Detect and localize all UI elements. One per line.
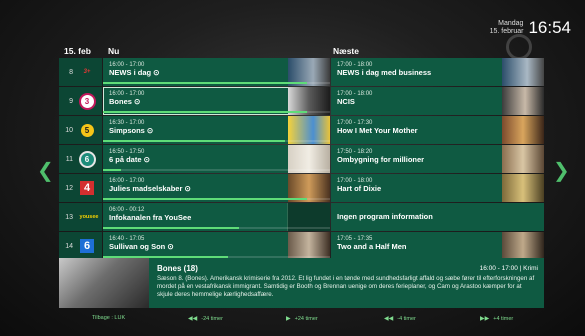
kanal6-logo: 6 [77,236,97,256]
channel-row: 13 yousee 06:00 - 00:12 Infokanalen fra Y… [59,203,544,231]
footer-back-close[interactable]: Tilbage : LUK [92,315,125,321]
channel-cell[interactable]: 14 6 [59,232,102,260]
channel-row: 14 6 16:40 - 17:05 Sullivan og Son ⊙ 17:0… [59,232,544,260]
footer-label: +4 timer [493,315,514,322]
next-program-cell[interactable]: Ingen program information [331,203,544,231]
program-thumbnail [502,174,544,202]
progress-bar [103,111,307,113]
footer-plus-4h[interactable]: ▶▶ +4 timer [480,315,513,322]
play-icon: ▶ [286,315,291,322]
program-thumbnail [502,145,544,173]
fast-forward-icon: ▶▶ [480,315,490,322]
footer-label: -4 timer [397,315,416,322]
channel-number: 9 [69,97,73,105]
program-title: Julies madselskaber ⊙ [109,184,191,193]
channel-number: 11 [65,155,73,163]
progress-bar [103,82,307,84]
channel-number: 13 [65,213,73,221]
next-program-cell[interactable]: 17:00 - 18:00 NCIS [331,87,544,115]
right-arrow-icon[interactable]: ❯ [553,158,570,182]
epg-grid: 8 3+ 16:00 - 17:00 NEWS i dag ⊙ 17:00 - 1… [59,58,544,261]
program-title: Simpsons ⊙ [109,126,154,135]
program-title: NEWS i dag ⊙ [109,68,160,77]
6eren-logo: 6 [77,149,97,169]
footer-label: +24 timer [294,315,318,322]
next-program-cell[interactable]: 17:00 - 17:30 How I Met Your Mother [331,116,544,144]
program-title: Hart of Dixie [337,184,382,193]
program-thumbnail [502,87,544,115]
clock-day: Mandag [498,20,524,27]
program-thumbnail [502,58,544,86]
program-title: NEWS i dag med business [337,68,432,77]
info-title: Bones (18) [157,264,198,273]
channel-cell[interactable]: 13 yousee [59,203,102,231]
program-thumbnail [502,232,544,260]
channel-cell[interactable]: 11 6 [59,145,102,173]
program-title: Ombygning for millioner [337,155,425,164]
kanal5-logo: 5 [77,120,97,140]
footer-plus-24h[interactable]: ▶ +24 timer [286,315,318,322]
channel-number: 10 [65,126,73,134]
date-header: 15. feb [64,46,91,56]
channel-number: 14 [65,242,73,250]
program-title: Bones ⊙ [109,97,141,106]
program-poster [59,258,149,308]
channel-number: 12 [65,184,73,192]
footer-minus-24h[interactable]: ◀◀ -24 timer [188,315,223,322]
footer-label: -24 timer [201,315,223,322]
tv3-puls-logo: 3 [77,91,97,111]
channel-cell[interactable]: 9 3 [59,87,102,115]
program-title: 6 på date ⊙ [109,155,150,164]
watermark-logo [506,34,532,60]
footer-label: Tilbage : LUK [92,315,126,321]
tv-guide-screen: Mandag 15. februar 16:54 15. feb Nu Næst… [0,0,585,336]
program-title: How I Met Your Mother [337,126,418,135]
footer-minus-4h[interactable]: ◀◀ -4 timer [384,315,416,322]
channel-row: 12 4 16:00 - 17:00 Julies madselskaber ⊙ … [59,174,544,202]
progress-bar [103,140,285,142]
next-header: Næste [333,46,359,56]
program-title: Two and a Half Men [337,242,407,251]
rewind-icon: ◀◀ [384,315,394,322]
channel-row: 10 5 16:30 - 17:00 Simpsons ⊙ 17:00 - 17:… [59,116,544,144]
channel-number: 8 [69,68,73,76]
program-thumbnail [502,116,544,144]
next-program-cell[interactable]: 17:05 - 17:35 Two and a Half Men [331,232,544,260]
channel-row: 11 6 16:50 - 17:50 6 på date ⊙ 17:50 - 18… [59,145,544,173]
progress-bar [103,227,239,229]
clock-time: 16:54 [528,18,571,37]
next-program-cell[interactable]: 17:00 - 18:00 Hart of Dixie [331,174,544,202]
yousee-logo: yousee [79,214,99,220]
channel-cell[interactable]: 8 3+ [59,58,102,86]
info-meta: 16:00 - 17:00 | Krimi [479,265,538,272]
info-description: Sæson 8. (Bones). Amerikansk krimiserie … [157,275,535,298]
tv2-logo: 4 [77,178,97,198]
progress-bar [103,198,307,200]
channel-cell[interactable]: 10 5 [59,116,102,144]
rewind-icon: ◀◀ [188,315,198,322]
channel-row: 8 3+ 16:00 - 17:00 NEWS i dag ⊙ 17:00 - 1… [59,58,544,86]
next-program-cell[interactable]: 17:50 - 18:20 Ombygning for millioner [331,145,544,173]
channel-row: 9 3 16:00 - 17:00 Bones ⊙ 17:00 - 18:00 NC… [59,87,544,115]
program-info-panel: Bones (18) 16:00 - 17:00 | Krimi Sæson 8… [59,258,544,308]
program-title: Infokanalen fra YouSee [109,213,192,222]
progress-bar [103,169,121,171]
next-program-cell[interactable]: 17:00 - 18:00 NEWS i dag med business [331,58,544,86]
now-header: Nu [108,46,120,56]
clock: Mandag 15. februar 16:54 [490,18,571,38]
program-title: Sullivan og Son ⊙ [109,242,174,251]
program-title: NCIS [337,97,355,106]
channel-cell[interactable]: 12 4 [59,174,102,202]
program-title: Ingen program information [337,212,433,221]
tv3plus-logo: 3+ [83,69,91,75]
left-arrow-icon[interactable]: ❮ [37,158,54,182]
